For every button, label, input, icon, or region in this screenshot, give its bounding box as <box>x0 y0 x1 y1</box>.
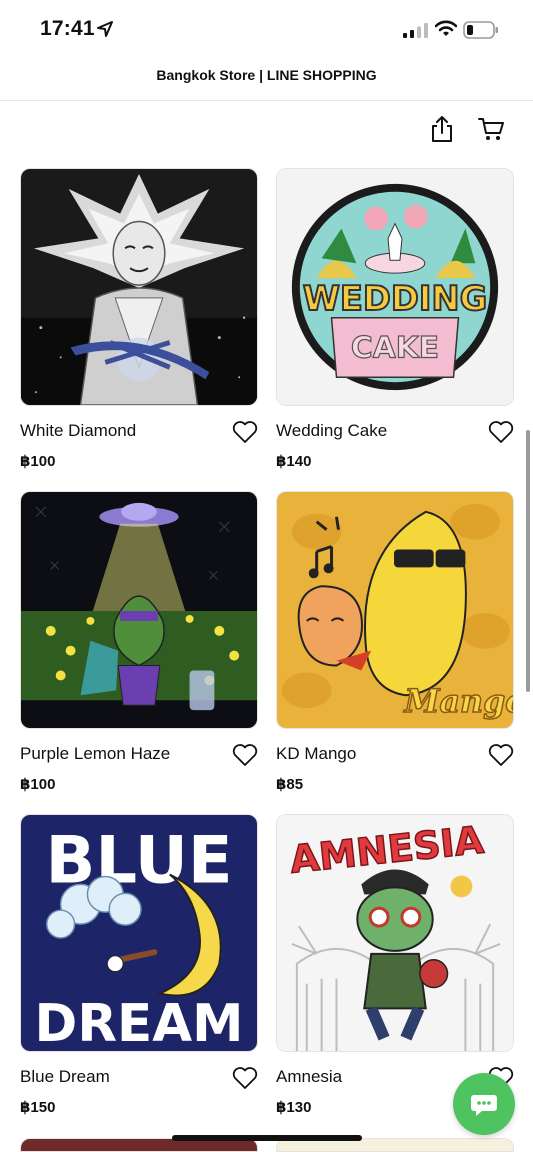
product-card[interactable]: Mango KD Mango ฿85 <box>276 491 514 793</box>
product-name[interactable]: Blue Dream <box>20 1067 110 1087</box>
product-image[interactable] <box>20 168 258 406</box>
product-price: ฿140 <box>276 453 312 470</box>
product-price: ฿150 <box>20 1099 56 1116</box>
product-image[interactable]: AMNESIA <box>276 814 514 1052</box>
artwork-text-mango: Mango <box>403 683 513 720</box>
product-name[interactable]: KD Mango <box>276 744 356 764</box>
product-card[interactable]: WEDDING CAKE Wedding Cake ฿140 <box>276 168 514 470</box>
product-price: ฿100 <box>20 453 56 470</box>
battery-icon <box>463 21 498 39</box>
heart-icon[interactable] <box>232 420 258 444</box>
artwork-text-cake: CAKE <box>351 330 439 365</box>
product-price: ฿100 <box>20 776 56 793</box>
product-name[interactable]: Purple Lemon Haze <box>20 744 170 764</box>
cellular-signal-icon <box>403 23 428 38</box>
product-price: ฿85 <box>276 776 304 793</box>
product-image[interactable]: Mango <box>276 491 514 729</box>
artwork-text-dream: DREAM <box>35 994 244 1051</box>
cart-button[interactable] <box>478 116 504 142</box>
product-image[interactable]: WEDDING CAKE <box>276 168 514 406</box>
chat-button[interactable] <box>453 1073 515 1135</box>
location-arrow-icon <box>97 21 113 37</box>
product-name[interactable]: White Diamond <box>20 421 136 441</box>
product-image[interactable]: BLUE DREAM <box>20 814 258 1052</box>
wifi-icon <box>435 20 457 36</box>
heart-icon[interactable] <box>488 420 514 444</box>
product-image[interactable] <box>20 491 258 729</box>
share-button[interactable] <box>429 115 455 143</box>
scrollbar[interactable] <box>526 430 530 692</box>
product-card[interactable]: Purple Lemon Haze ฿100 <box>20 491 258 793</box>
product-name[interactable]: Wedding Cake <box>276 421 387 441</box>
chat-bubble-icon <box>471 1095 497 1116</box>
product-card[interactable]: BLUE DREAM Blue Dream ฿150 <box>20 814 258 1116</box>
product-price: ฿130 <box>276 1099 312 1116</box>
product-name[interactable]: Amnesia <box>276 1067 342 1087</box>
status-bar: 17:41 <box>0 0 533 56</box>
heart-icon[interactable] <box>232 1066 258 1090</box>
heart-icon[interactable] <box>488 743 514 767</box>
heart-icon[interactable] <box>232 743 258 767</box>
artwork-text-wedding: WEDDING <box>303 279 488 318</box>
product-card[interactable]: White Diamond ฿100 <box>20 168 258 470</box>
page-title: Bangkok Store | LINE SHOPPING <box>156 67 377 83</box>
home-indicator[interactable] <box>172 1135 362 1141</box>
product-card[interactable]: AMNESIA Amnesia ฿130 <box>276 814 514 1116</box>
header-divider <box>0 100 533 101</box>
status-time: 17:41 <box>40 17 95 40</box>
